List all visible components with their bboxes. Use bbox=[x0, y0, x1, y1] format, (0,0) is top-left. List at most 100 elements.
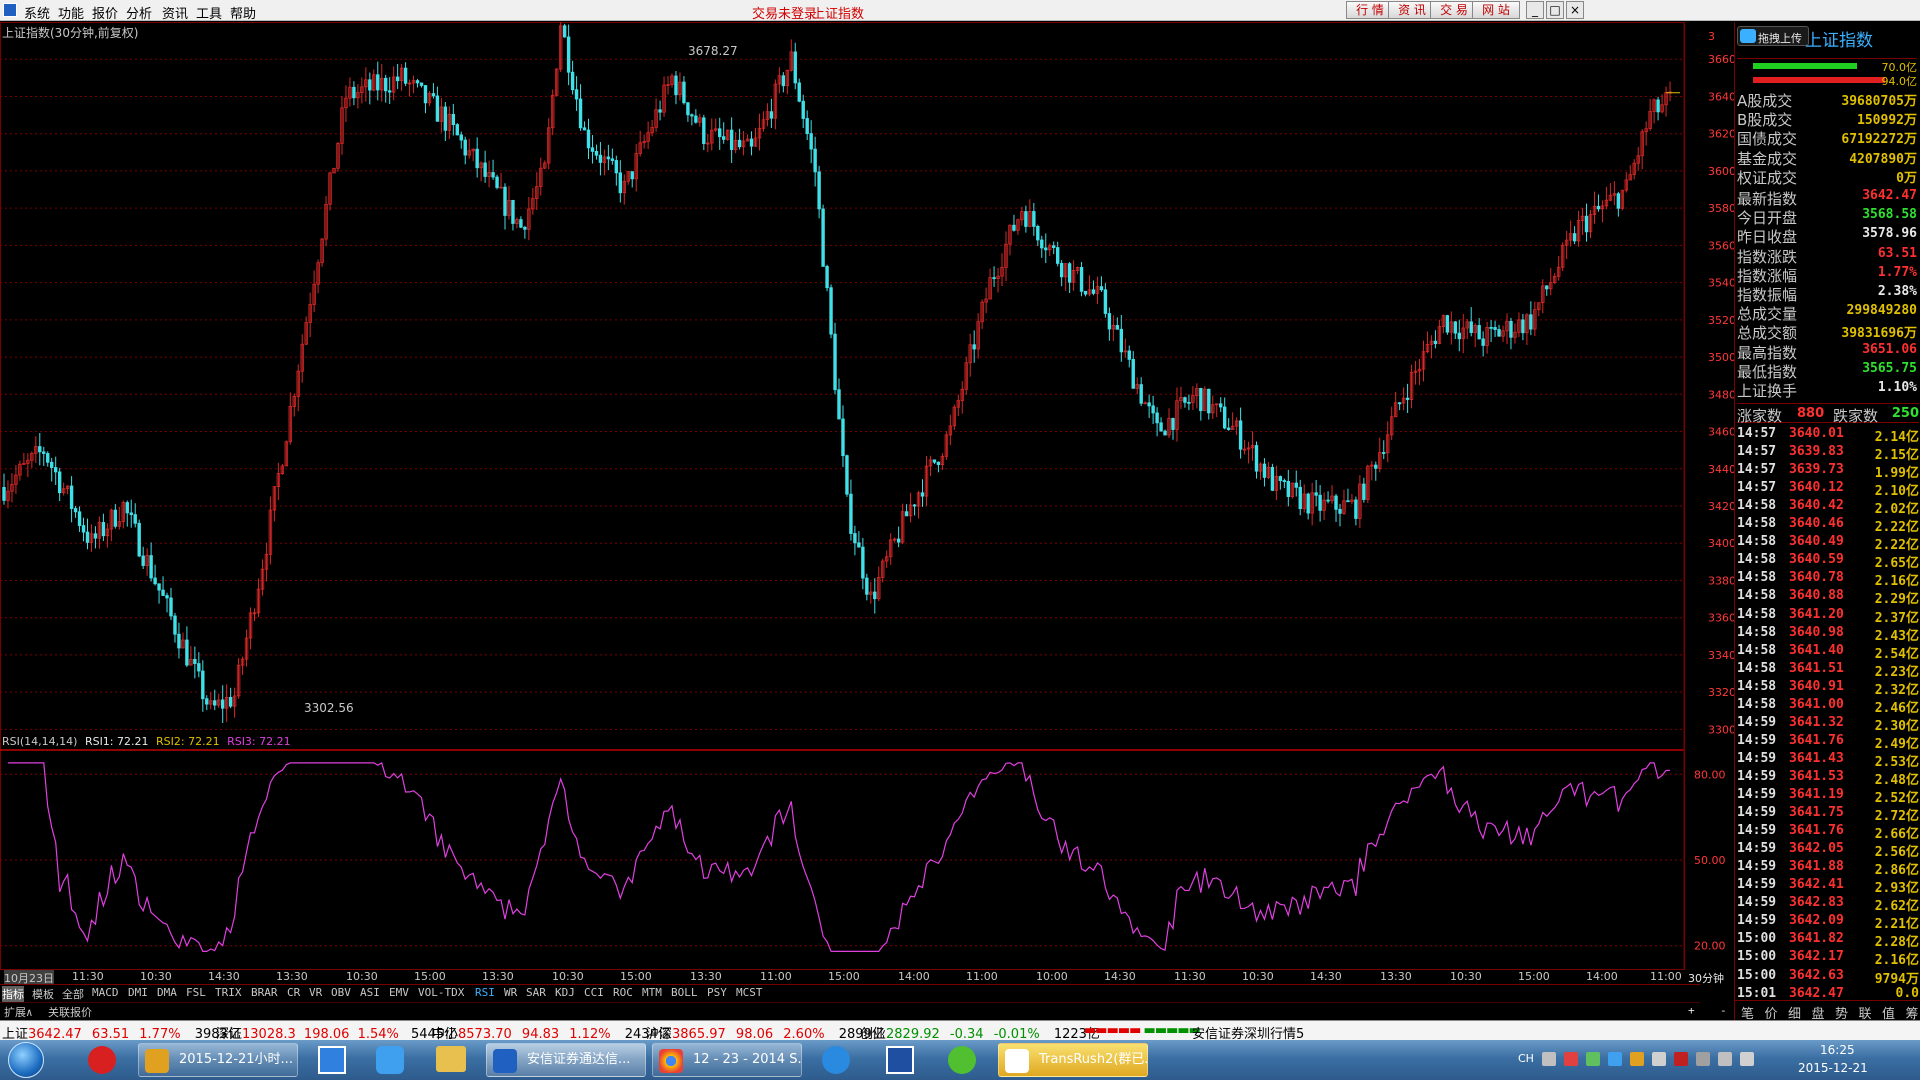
menu-info[interactable]: 资讯 bbox=[162, 3, 188, 22]
app-icon bbox=[145, 1049, 169, 1073]
zoom-in-button[interactable]: + bbox=[1688, 1004, 1695, 1017]
ie-icon[interactable] bbox=[822, 1046, 850, 1074]
related-quotes-tab[interactable]: 关联报价 bbox=[48, 1004, 92, 1020]
stat-value: 63.51 bbox=[1877, 245, 1917, 261]
tray-shield-icon[interactable] bbox=[1586, 1052, 1600, 1066]
indicator-tab-dma[interactable]: DMA bbox=[157, 986, 177, 999]
candle-body bbox=[594, 151, 599, 156]
quote-button[interactable]: 行 情 bbox=[1346, 1, 1394, 19]
taskbar-item-hours[interactable]: 2015-12-21小时... bbox=[138, 1043, 298, 1077]
indicator-tab-psy[interactable]: PSY bbox=[707, 986, 727, 999]
candle-body bbox=[1151, 405, 1155, 414]
antivirus-icon[interactable] bbox=[88, 1046, 116, 1074]
maximize-button[interactable]: □ bbox=[1546, 1, 1564, 19]
indicator-tab-kdj[interactable]: KDJ bbox=[555, 986, 575, 999]
minimize-button[interactable]: _ bbox=[1526, 1, 1544, 19]
indicator-tab-模板[interactable]: 模板 bbox=[32, 986, 54, 1002]
tick-volume: 2.46亿 bbox=[1874, 700, 1919, 716]
clock-date[interactable]: 2015-12-21 bbox=[1798, 1061, 1868, 1075]
tick-time: 15:01 bbox=[1737, 985, 1777, 1001]
tick-row: 14:59 3641.76 2.49亿 bbox=[1737, 733, 1919, 752]
candle-body bbox=[845, 455, 849, 495]
rsi-axis-label: 20.00 bbox=[1694, 940, 1726, 953]
price-axis-label: 3400 bbox=[1708, 537, 1734, 550]
menu-function[interactable]: 功能 bbox=[58, 3, 84, 22]
tick-price: 3641.43 bbox=[1789, 750, 1844, 766]
indicator-tab-dmi[interactable]: DMI bbox=[128, 986, 148, 999]
tick-price: 3641.19 bbox=[1789, 787, 1844, 802]
indicator-tab-obv[interactable]: OBV bbox=[331, 986, 351, 999]
folder-icon[interactable] bbox=[436, 1046, 466, 1072]
candle-body bbox=[491, 172, 495, 178]
candle-body bbox=[133, 514, 137, 524]
tick-price: 3640.01 bbox=[1789, 426, 1844, 441]
menu-help[interactable]: 帮助 bbox=[230, 3, 256, 22]
candle-body bbox=[93, 533, 98, 539]
tray-network-icon[interactable] bbox=[1696, 1052, 1710, 1066]
indicator-tab-boll[interactable]: BOLL bbox=[671, 986, 698, 999]
tick-price: 3639.73 bbox=[1789, 462, 1844, 478]
tray-volume-icon[interactable] bbox=[1740, 1052, 1754, 1066]
candle-body bbox=[77, 511, 82, 527]
indicator-tab-mcst[interactable]: MCST bbox=[736, 986, 763, 999]
indicator-tab-wr[interactable]: WR bbox=[504, 986, 517, 999]
tray-speaker-icon[interactable] bbox=[1652, 1052, 1666, 1066]
indicator-tab-cr[interactable]: CR bbox=[287, 986, 300, 999]
upload-button[interactable]: 拖拽上传 bbox=[1737, 26, 1809, 46]
taskbar-item-tdx[interactable]: 安信证券通达信... bbox=[486, 1043, 646, 1077]
menu-analysis[interactable]: 分析 bbox=[126, 3, 152, 22]
word-icon[interactable] bbox=[886, 1046, 914, 1074]
indicator-tab-rsi[interactable]: RSI bbox=[475, 986, 495, 999]
tray-cloud-icon[interactable] bbox=[1608, 1052, 1622, 1066]
indicator-tab-全部[interactable]: 全部 bbox=[62, 986, 84, 1002]
menu-system[interactable]: 系统 bbox=[24, 3, 50, 22]
window-switch-icon[interactable] bbox=[318, 1046, 346, 1074]
tray-keyboard-icon[interactable] bbox=[1542, 1052, 1556, 1066]
tray-antivirus-icon[interactable] bbox=[1564, 1052, 1578, 1066]
indicator-tab-fsl[interactable]: FSL bbox=[186, 986, 206, 999]
indicator-tab-macd[interactable]: MACD bbox=[92, 986, 119, 999]
tick-price: 3640.42 bbox=[1789, 498, 1844, 514]
trade-button[interactable]: 交 易 bbox=[1430, 1, 1478, 19]
indicator-tab-asi[interactable]: ASI bbox=[360, 986, 380, 999]
kline-chart[interactable]: 3660 3640 3620 3600 3580 3560 3540 3520 3500 3480… bbox=[0, 22, 1734, 984]
zoom-out-button[interactable]: - bbox=[1720, 1004, 1727, 1017]
quote-sidebar: 拖拽上传 上证指数 70.0亿 94.0亿 A股成交 39680705万 B股成交 1… bbox=[1734, 22, 1920, 1022]
indicator-tab-vr[interactable]: VR bbox=[309, 986, 322, 999]
input-language[interactable]: CH bbox=[1518, 1052, 1534, 1065]
start-orb-icon[interactable] bbox=[8, 1042, 44, 1078]
candle-body bbox=[857, 542, 861, 548]
candle-body bbox=[1044, 247, 1048, 251]
indicator-tab-emv[interactable]: EMV bbox=[389, 986, 409, 999]
tray-app-icon[interactable] bbox=[1630, 1052, 1644, 1066]
taskbar-item-transrush[interactable]: TransRush2(群已... bbox=[998, 1043, 1148, 1077]
indicator-tab-roc[interactable]: ROC bbox=[613, 986, 633, 999]
current-security-name: 上证指数 bbox=[812, 7, 865, 22]
website-button[interactable]: 网 站 bbox=[1472, 1, 1520, 19]
trade-login-status[interactable]: 交易未登录 bbox=[752, 3, 817, 22]
clock-time[interactable]: 16:25 bbox=[1820, 1043, 1855, 1057]
indicator-tab-brar[interactable]: BRAR bbox=[251, 986, 278, 999]
price-axis-label: 3500 bbox=[1708, 351, 1734, 364]
close-button[interactable]: × bbox=[1566, 1, 1584, 19]
candle-body bbox=[1131, 358, 1135, 389]
indicator-tab-mtm[interactable]: MTM bbox=[642, 986, 662, 999]
candle-body bbox=[1477, 325, 1481, 340]
decline-count: 250 bbox=[1891, 406, 1919, 421]
indicator-tab-指标[interactable]: 指标 bbox=[2, 986, 24, 1002]
green-app-icon[interactable] bbox=[948, 1046, 976, 1074]
indicator-tab-trix[interactable]: TRIX bbox=[215, 986, 242, 999]
info-button[interactable]: 资 讯 bbox=[1388, 1, 1436, 19]
taskbar-item-chrome[interactable]: 12 - 23 - 2014 S... bbox=[652, 1043, 802, 1077]
candle-body bbox=[459, 134, 463, 141]
indicator-tab-sar[interactable]: SAR bbox=[526, 986, 546, 999]
menu-quote[interactable]: 报价 bbox=[92, 3, 118, 22]
menu-tools[interactable]: 工具 bbox=[196, 3, 222, 22]
expand-tab[interactable]: 扩展∧ bbox=[4, 1004, 33, 1020]
indicator-tab-vol-tdx[interactable]: VOL-TDX bbox=[418, 986, 464, 999]
tray-pdf-icon[interactable] bbox=[1674, 1052, 1688, 1066]
tray-flag-icon[interactable] bbox=[1718, 1052, 1732, 1066]
baidu-cloud-icon[interactable] bbox=[376, 1046, 404, 1074]
indicator-tab-cci[interactable]: CCI bbox=[584, 986, 604, 999]
candle-body bbox=[1171, 417, 1175, 430]
